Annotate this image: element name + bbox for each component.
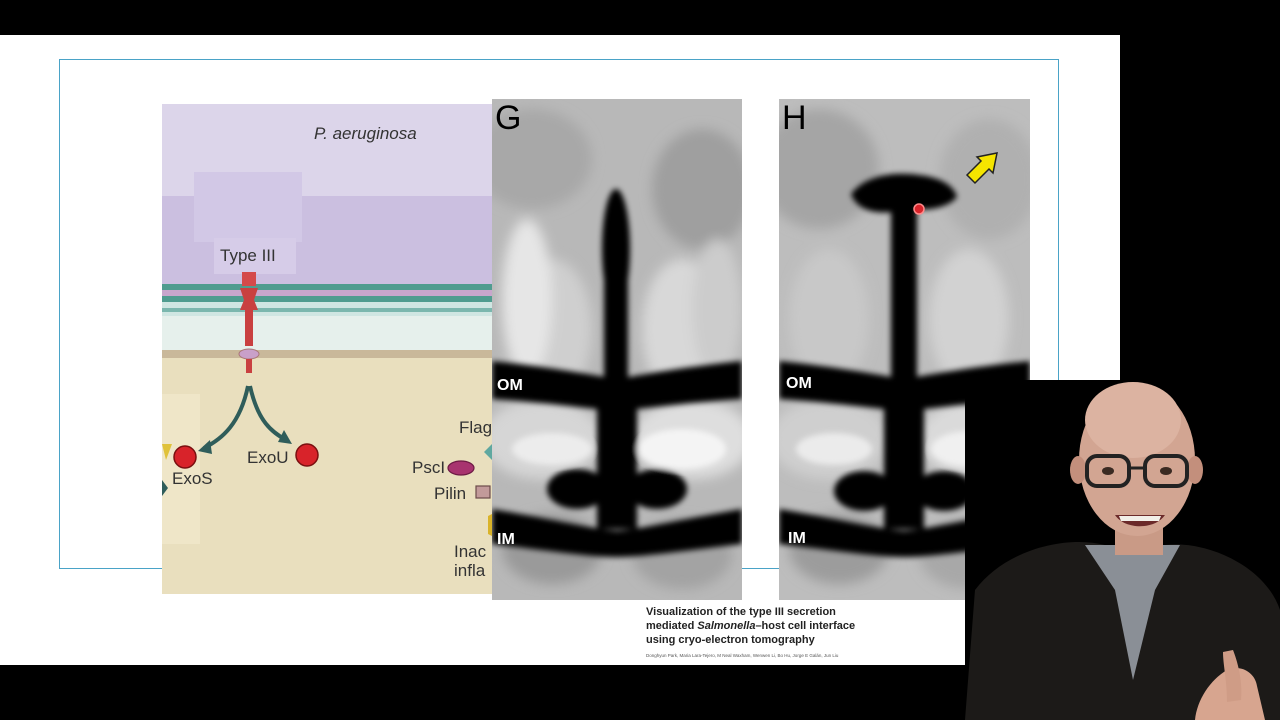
secretion-system-graphic — [162, 272, 492, 536]
panel-h-im-label: IM — [788, 530, 806, 547]
tomogram-g-image — [492, 99, 742, 600]
panel-h-om-label: OM — [786, 375, 812, 392]
exou-effector — [295, 443, 319, 467]
needle-tip — [242, 272, 256, 286]
exou-label: ExoU — [247, 448, 289, 467]
exos-effector — [173, 445, 197, 469]
panel-g-letter: G — [495, 99, 522, 137]
caption-authors: Donghyun Park, Maria Lara-Tejero, M Neal… — [646, 653, 839, 658]
pilin-icon — [475, 485, 491, 499]
tomogram-panel-g: G OM IM — [492, 99, 742, 600]
cytoplasmic-ring — [238, 348, 260, 360]
figure-caption: Visualization of the type III secretion … — [646, 605, 886, 659]
panel-h-letter: H — [782, 99, 807, 137]
inflammation-label: infla — [454, 561, 486, 580]
pilin-label: Pilin — [434, 484, 467, 503]
secretion-diagram: P. aeruginosa Type III ExoS ExoU Flag Ps… — [162, 104, 492, 594]
needle-shaft — [245, 310, 253, 346]
panel-g-om-label: OM — [497, 377, 523, 394]
caption-title: Visualization of the type III secretion … — [646, 606, 856, 646]
exos-label: ExoS — [172, 469, 213, 488]
inactivation-label: Inac — [454, 542, 487, 561]
pscl-label: PscI — [412, 458, 446, 477]
arrow-to-exos — [203, 385, 250, 450]
presenter-webcam — [965, 380, 1280, 720]
panel-g-im-label: IM — [497, 531, 515, 548]
marker-dot — [913, 203, 925, 215]
presenter-image — [965, 380, 1280, 720]
flagellin-label: Flag — [459, 418, 492, 437]
pscl-icon — [447, 460, 475, 476]
basal-body — [240, 288, 258, 310]
arrow-to-exou — [248, 385, 287, 442]
